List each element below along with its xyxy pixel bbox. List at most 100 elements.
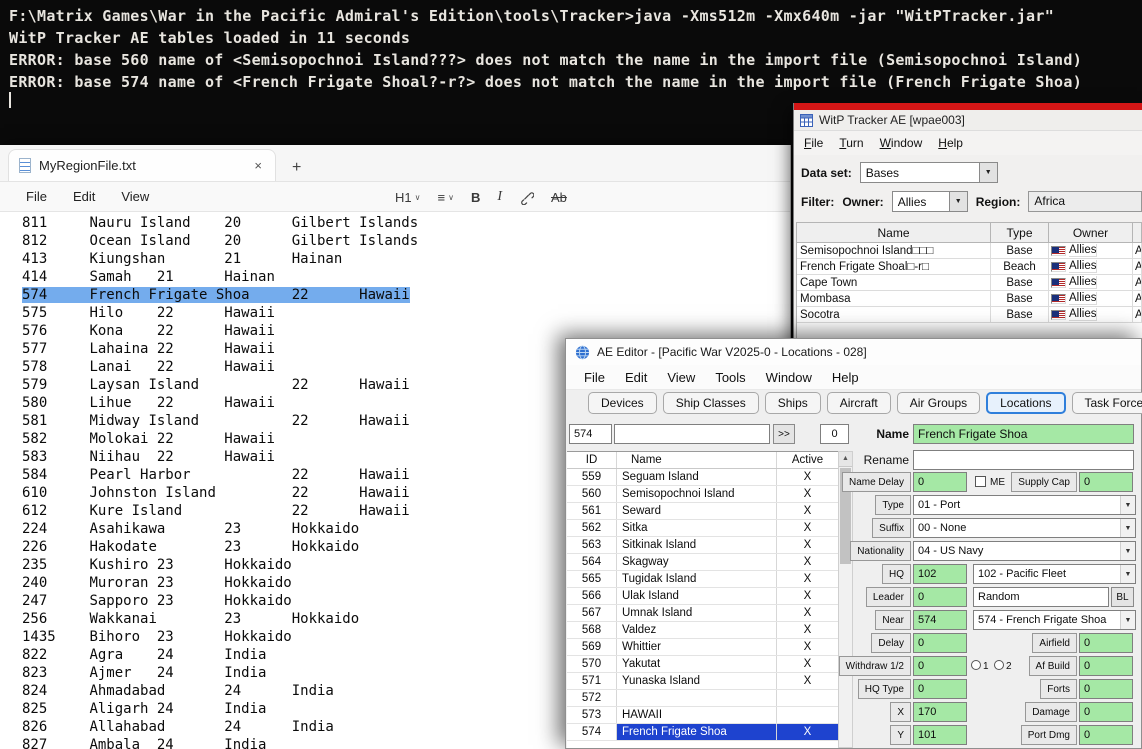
- link-button[interactable]: [519, 190, 534, 205]
- list-row[interactable]: 559Seguam IslandX: [567, 469, 838, 486]
- cell-owner[interactable]: Allies: [1049, 307, 1133, 323]
- menu-view[interactable]: View: [108, 185, 162, 208]
- chevron-down-icon[interactable]: ▼: [1120, 565, 1135, 583]
- cell-region[interactable]: Af: [1133, 291, 1142, 307]
- withdraw-field[interactable]: 0: [913, 656, 967, 676]
- heading-style-button[interactable]: H1 ∨: [395, 190, 420, 205]
- search-go-button[interactable]: >>: [773, 424, 795, 444]
- chevron-down-icon[interactable]: ▼: [949, 192, 967, 211]
- header-name[interactable]: Name: [797, 223, 991, 243]
- hq-select[interactable]: 102 - Pacific Fleet ▼: [973, 564, 1136, 584]
- near-field[interactable]: 574: [913, 610, 967, 630]
- leader-field[interactable]: 0: [913, 587, 967, 607]
- list-row[interactable]: 561SewardX: [567, 503, 838, 520]
- list-row[interactable]: 568ValdezX: [567, 622, 838, 639]
- id-search-field[interactable]: 574: [569, 424, 612, 444]
- damage-field[interactable]: 0: [1079, 702, 1133, 722]
- owner-select[interactable]: Allies ▼: [892, 191, 968, 212]
- list-row[interactable]: 563Sitkinak IslandX: [567, 537, 838, 554]
- cell-owner[interactable]: Allies: [1049, 243, 1133, 259]
- port-dmg-field[interactable]: 0: [1079, 725, 1133, 745]
- name-search-field[interactable]: [614, 424, 770, 444]
- list-row[interactable]: 567Umnak IslandX: [567, 605, 838, 622]
- text-line[interactable]: 811 Nauru Island 20 Gilbert Islands: [0, 214, 789, 232]
- cell-type[interactable]: Base: [991, 291, 1049, 307]
- af-build-field[interactable]: 0: [1079, 656, 1133, 676]
- list-row[interactable]: 570YakutatX: [567, 656, 838, 673]
- header-name[interactable]: Name: [617, 452, 777, 468]
- new-tab-button[interactable]: +: [286, 159, 307, 177]
- cell-name[interactable]: Cape Town: [797, 275, 991, 291]
- tab-close-icon[interactable]: ×: [251, 158, 265, 173]
- withdraw-radio-1[interactable]: [971, 660, 981, 670]
- list-row[interactable]: 562SitkaX: [567, 520, 838, 537]
- list-row[interactable]: 566Ulak IslandX: [567, 588, 838, 605]
- menu-file[interactable]: File: [574, 367, 615, 388]
- cell-owner[interactable]: Allies: [1049, 259, 1133, 275]
- header-active[interactable]: Active: [777, 452, 838, 468]
- chevron-down-icon[interactable]: ▼: [1120, 542, 1135, 560]
- menu-edit[interactable]: Edit: [60, 185, 108, 208]
- text-line[interactable]: 812 Ocean Island 20 Gilbert Islands: [0, 232, 789, 250]
- scroll-up-icon[interactable]: ▲: [839, 452, 852, 467]
- cell-owner[interactable]: Allies: [1049, 291, 1133, 307]
- chevron-down-icon[interactable]: ▼: [1120, 519, 1135, 537]
- list-row[interactable]: 564SkagwayX: [567, 554, 838, 571]
- tab-aircraft[interactable]: Aircraft: [827, 392, 891, 414]
- list-style-button[interactable]: ≡ ∨: [437, 190, 453, 205]
- rename-field[interactable]: [913, 450, 1134, 470]
- menu-file[interactable]: File: [13, 185, 60, 208]
- header-type[interactable]: Type: [991, 223, 1049, 243]
- menu-turn[interactable]: Turn: [831, 134, 871, 152]
- cell-type[interactable]: Base: [991, 307, 1049, 323]
- bold-button[interactable]: B: [471, 190, 480, 205]
- cell-region[interactable]: Af: [1133, 243, 1142, 259]
- italic-button[interactable]: I: [497, 189, 502, 205]
- menu-window[interactable]: Window: [756, 367, 822, 388]
- y-field[interactable]: 101: [913, 725, 967, 745]
- chevron-down-icon[interactable]: ▼: [979, 163, 997, 182]
- cell-type[interactable]: Beach: [991, 259, 1049, 275]
- header-id[interactable]: ID: [567, 452, 617, 468]
- tab-ships[interactable]: Ships: [765, 392, 821, 414]
- header-region[interactable]: [1133, 223, 1142, 243]
- suffix-select[interactable]: 00 - None ▼: [913, 518, 1136, 538]
- header-owner[interactable]: Owner: [1049, 223, 1133, 243]
- cell-type[interactable]: Base: [991, 243, 1049, 259]
- table-row[interactable]: Semisopochnoi Island□□□ Base Allies Af: [797, 243, 1142, 259]
- list-row[interactable]: 569WhittierX: [567, 639, 838, 656]
- type-select[interactable]: 01 - Port ▼: [913, 495, 1136, 515]
- name-field[interactable]: French Frigate Shoa: [913, 424, 1134, 444]
- tab-devices[interactable]: Devices: [588, 392, 657, 414]
- list-row[interactable]: 573HAWAII: [567, 707, 838, 724]
- list-row[interactable]: 572: [567, 690, 838, 707]
- cell-name[interactable]: Mombasa: [797, 291, 991, 307]
- text-line[interactable]: 413 Kiungshan 21 Hainan: [0, 250, 789, 268]
- cell-owner[interactable]: Allies: [1049, 275, 1133, 291]
- dataset-select[interactable]: Bases ▼: [860, 162, 998, 183]
- menu-help[interactable]: Help: [930, 134, 971, 152]
- menu-tools[interactable]: Tools: [705, 367, 755, 388]
- cell-region[interactable]: Af: [1133, 275, 1142, 291]
- airfield-field[interactable]: 0: [1079, 633, 1133, 653]
- menu-window[interactable]: Window: [872, 134, 931, 152]
- text-line[interactable]: 414 Samah 21 Hainan: [0, 268, 789, 286]
- hq-type-field[interactable]: 0: [913, 679, 967, 699]
- menu-edit[interactable]: Edit: [615, 367, 657, 388]
- list-row-selected[interactable]: 574French Frigate ShoaX: [567, 724, 838, 741]
- near-select[interactable]: 574 - French Frigate Shoa ▼: [973, 610, 1136, 630]
- tab-air-groups[interactable]: Air Groups: [897, 392, 980, 414]
- x-field[interactable]: 170: [913, 702, 967, 722]
- text-line[interactable]: 575 Hilo 22 Hawaii: [0, 304, 789, 322]
- tab-task-forces[interactable]: Task Forces: [1072, 392, 1142, 414]
- list-scrollbar[interactable]: ▲: [838, 451, 853, 748]
- table-row[interactable]: Mombasa Base Allies Af: [797, 291, 1142, 307]
- menu-file[interactable]: File: [796, 134, 831, 152]
- chevron-down-icon[interactable]: ▼: [1120, 496, 1135, 514]
- hq-field[interactable]: 102: [913, 564, 967, 584]
- cell-name[interactable]: French Frigate Shoal□-r□: [797, 259, 991, 275]
- nationality-select[interactable]: 04 - US Navy ▼: [913, 541, 1136, 561]
- cell-type[interactable]: Base: [991, 275, 1049, 291]
- notepad-tab[interactable]: MyRegionFile.txt ×: [8, 149, 276, 181]
- text-line-selected[interactable]: 574 French Frigate Shoa 22 Hawaii: [0, 286, 789, 304]
